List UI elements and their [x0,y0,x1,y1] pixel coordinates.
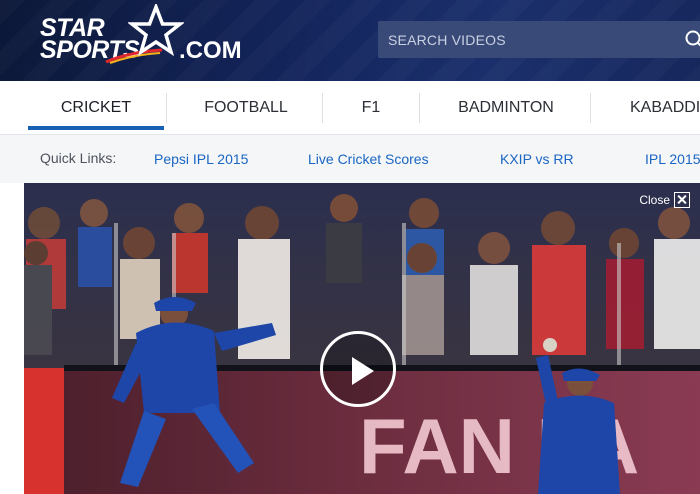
tab-label: F1 [361,99,381,116]
nav-divider [419,93,420,123]
search-input[interactable] [378,21,668,58]
close-icon [674,192,690,208]
video-player[interactable]: FAN PA Close [24,183,700,494]
play-button[interactable] [320,331,396,407]
tab-badminton[interactable]: BADMINTON [430,91,582,131]
tab-label: FOOTBALL [204,99,288,116]
close-button[interactable]: Close [639,191,690,209]
nav-divider [590,93,591,123]
quick-links-bar: Quick Links: Pepsi IPL 2015 Live Cricket… [0,135,700,183]
tab-label: KABADDI [630,99,700,116]
tab-f1[interactable]: F1 [330,91,412,131]
site-header: STAR SPORTS .COM [0,0,700,81]
tab-football[interactable]: FOOTBALL [180,91,312,131]
tab-cricket[interactable]: CRICKET [28,91,164,131]
tab-label: BADMINTON [458,99,554,116]
quick-link-ipl-2015[interactable]: IPL 2015 [645,151,700,167]
logo-text-dotcom: .COM [179,37,242,64]
tab-kabaddi[interactable]: KABADDI [612,91,700,131]
star-sports-logo[interactable]: STAR SPORTS .COM [40,4,260,74]
quick-link-kxip-vs-rr[interactable]: KXIP vs RR [500,151,574,167]
close-label: Close [639,193,670,207]
search-box [378,21,700,58]
quick-links-label: Quick Links: [40,150,117,166]
quick-link-live-scores[interactable]: Live Cricket Scores [308,151,429,167]
search-icon[interactable] [684,29,700,49]
nav-divider [322,93,323,123]
nav-divider [166,93,167,123]
active-tab-indicator [28,126,164,130]
tab-label: CRICKET [60,99,132,116]
star-icon [128,4,184,57]
play-icon [352,357,374,385]
sports-nav: CRICKET FOOTBALL F1 BADMINTON KABADDI [0,81,700,135]
quick-link-pepsi-ipl[interactable]: Pepsi IPL 2015 [154,151,248,167]
